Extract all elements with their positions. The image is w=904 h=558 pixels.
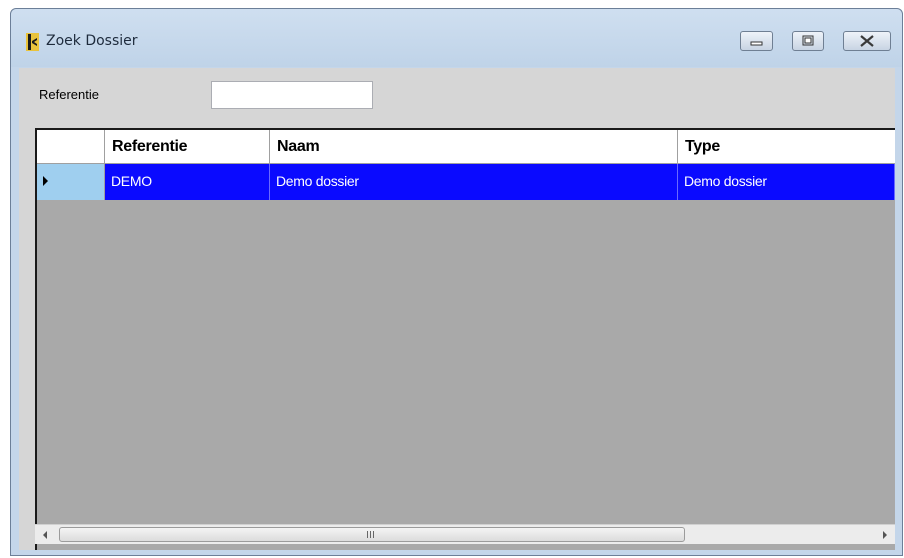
minimize-icon — [750, 41, 763, 46]
column-header-label: Referentie — [112, 138, 188, 155]
column-header-label: Naam — [277, 138, 320, 155]
cell-text: Demo dossier — [276, 173, 359, 189]
cell-referentie[interactable]: DEMO — [105, 164, 270, 200]
cell-naam[interactable]: Demo dossier — [270, 164, 678, 200]
app-logo-icon — [26, 33, 39, 51]
cell-text: Demo dossier — [684, 173, 767, 189]
close-icon — [860, 35, 874, 47]
table-row[interactable]: DEMO Demo dossier Demo dossier — [37, 164, 895, 200]
grid-header-row: Referentie Naam Type — [37, 130, 895, 164]
close-button[interactable] — [843, 31, 891, 51]
title-bar[interactable]: Zoek Dossier — [11, 9, 902, 67]
scroll-right-button[interactable] — [875, 525, 895, 545]
row-header-cell[interactable] — [37, 164, 105, 200]
zoek-dossier-window: Zoek Dossier Referentie Referentie Naam … — [10, 8, 903, 556]
scrollbar-thumb[interactable] — [59, 527, 685, 542]
scroll-right-arrow-icon — [883, 531, 887, 539]
column-header-referentie[interactable]: Referentie — [105, 130, 270, 164]
maximize-icon — [802, 35, 814, 46]
cell-type[interactable]: Demo dossier — [678, 164, 895, 200]
minimize-button[interactable] — [740, 31, 773, 51]
scroll-left-arrow-icon — [43, 531, 47, 539]
referentie-input[interactable] — [211, 81, 373, 109]
column-header-naam[interactable]: Naam — [270, 130, 678, 164]
horizontal-scrollbar[interactable] — [35, 524, 895, 544]
scroll-left-button[interactable] — [35, 525, 55, 545]
current-row-arrow-icon — [43, 176, 48, 186]
cell-text: DEMO — [111, 173, 152, 189]
maximize-button[interactable] — [792, 31, 824, 51]
scroll-grip-icon — [367, 531, 374, 538]
row-header-corner[interactable] — [37, 130, 105, 164]
dossier-grid[interactable]: Referentie Naam Type DEMO Demo dossier D… — [35, 128, 895, 550]
referentie-label: Referentie — [39, 87, 99, 102]
column-header-label: Type — [685, 138, 720, 155]
dialog-client-area: Referentie Referentie Naam Type DEMO Dem… — [19, 68, 895, 550]
column-header-type[interactable]: Type — [678, 130, 895, 164]
window-title: Zoek Dossier — [46, 33, 138, 49]
